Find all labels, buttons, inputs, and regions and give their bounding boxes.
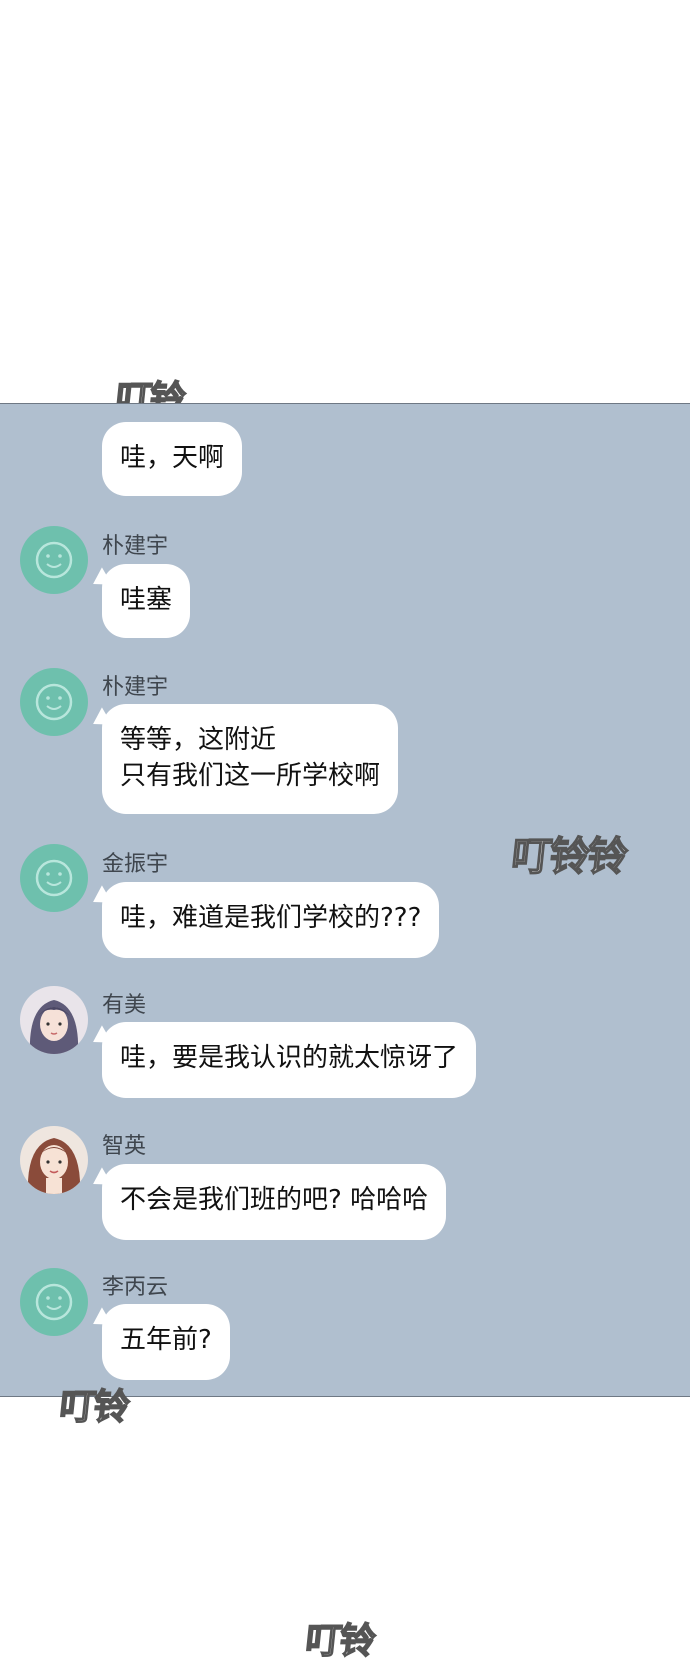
message-text: 哇，难道是我们学校的??? bbox=[120, 903, 422, 933]
sender-name: 朴建宇 bbox=[102, 534, 169, 559]
smiley-icon bbox=[35, 1283, 73, 1321]
watermark-text: 叮铃 bbox=[57, 1385, 131, 1429]
message-bubble: 不会是我们班的吧? 哈哈哈 bbox=[88, 1164, 447, 1240]
message-text: 哇塞 bbox=[120, 585, 173, 615]
portrait-icon bbox=[20, 1126, 88, 1194]
message-bubble: 哇塞 bbox=[88, 564, 191, 638]
watermark-text: 叮铃 bbox=[303, 1619, 377, 1663]
chat-panel: 哇，天啊 朴建宇 哇塞 朴建宇 等等，这附近 只有我们这一所学校啊 金振宇 哇，… bbox=[0, 403, 690, 1397]
sender-name: 智英 bbox=[102, 1134, 147, 1159]
message-bubble: 哇，天啊 bbox=[102, 422, 243, 496]
sender-name: 李丙云 bbox=[102, 1275, 169, 1300]
message-text: 只有我们这一所学校啊 bbox=[120, 761, 381, 791]
sender-name: 朴建宇 bbox=[102, 675, 169, 700]
default-smiley-avatar[interactable] bbox=[20, 526, 88, 594]
bubble-tail bbox=[88, 1167, 112, 1193]
message-text: 哇，要是我认识的就太惊讶了 bbox=[120, 1043, 459, 1073]
message-text: 不会是我们班的吧? 哈哈哈 bbox=[120, 1185, 429, 1215]
bubble-tail bbox=[88, 1025, 112, 1051]
bubble-tail bbox=[88, 1307, 112, 1333]
smiley-icon bbox=[35, 859, 73, 897]
sender-name: 有美 bbox=[102, 993, 147, 1018]
message-text: 哇，天啊 bbox=[120, 443, 225, 473]
message-bubble: 等等，这附近 只有我们这一所学校啊 bbox=[88, 704, 399, 814]
bubble-tail bbox=[88, 885, 112, 911]
woman-photo-avatar[interactable] bbox=[20, 1126, 88, 1194]
default-smiley-avatar[interactable] bbox=[20, 1268, 88, 1336]
message-text: 五年前? bbox=[120, 1325, 212, 1355]
bubble-tail bbox=[88, 707, 112, 733]
bubble-tail bbox=[88, 567, 112, 593]
message-bubble: 哇，难道是我们学校的??? bbox=[88, 882, 440, 958]
sender-name: 金振宇 bbox=[102, 852, 169, 877]
default-smiley-avatar[interactable] bbox=[20, 844, 88, 912]
message-bubble: 哇，要是我认识的就太惊讶了 bbox=[88, 1022, 477, 1098]
smiley-icon bbox=[35, 541, 73, 579]
message-text: 等等，这附近 bbox=[120, 725, 277, 755]
message-bubble: 五年前? bbox=[88, 1304, 230, 1380]
watermark-text: 叮铃铃 bbox=[508, 832, 629, 881]
smiley-icon bbox=[35, 683, 73, 721]
girl-photo-avatar[interactable] bbox=[20, 986, 88, 1054]
portrait-icon bbox=[20, 986, 88, 1054]
default-smiley-avatar[interactable] bbox=[20, 668, 88, 736]
